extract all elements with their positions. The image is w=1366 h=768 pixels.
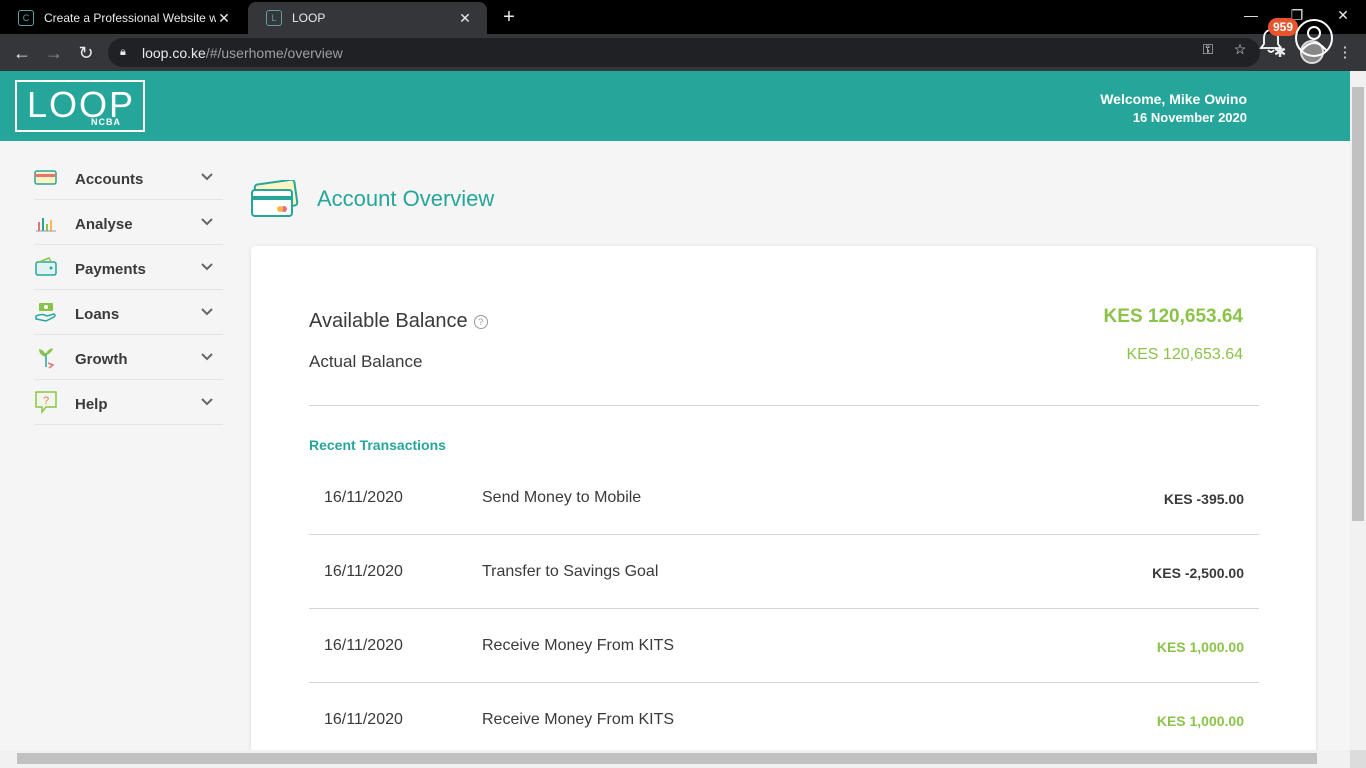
transactions-list: 16/11/2020 Send Money to Mobile KES -395… — [309, 461, 1259, 757]
tab-title: LOOP — [292, 11, 326, 25]
transaction-row[interactable]: 16/11/2020 Receive Money From KITS KES 1… — [309, 609, 1259, 683]
accounts-card-icon — [34, 170, 57, 185]
horizontal-scrollbar[interactable] — [0, 750, 1350, 768]
vertical-scrollbar[interactable] — [1350, 71, 1366, 751]
user-profile-icon[interactable] — [1294, 18, 1334, 58]
new-tab-plus-icon[interactable]: + — [498, 6, 520, 28]
sidebar-item-help[interactable]: ? Help — [34, 380, 223, 425]
bookmark-star-icon[interactable]: ☆ — [1231, 40, 1249, 58]
divider — [309, 405, 1259, 406]
sidebar-item-analyse[interactable]: Analyse — [34, 200, 223, 245]
url-text: loop.co.ke/#/userhome/overview — [142, 44, 343, 61]
account-cards-icon — [251, 180, 299, 217]
sidebar-item-accounts[interactable]: Accounts — [34, 155, 223, 200]
chevron-down-icon — [201, 398, 213, 406]
reload-icon[interactable]: ↻ — [74, 41, 98, 65]
sidebar-item-loans[interactable]: Loans — [34, 290, 223, 335]
browser-tab-bar: C Create a Professional Website wit ✕ L … — [0, 0, 1366, 34]
chevron-down-icon — [201, 353, 213, 361]
current-date: 16 November 2020 — [1132, 110, 1247, 125]
actual-balance-label: Actual Balance — [309, 352, 423, 371]
chevron-down-icon — [201, 173, 213, 181]
scrollbar-corner — [1350, 750, 1366, 768]
welcome-text: Welcome, Mike Owino — [1100, 91, 1247, 107]
key-icon[interactable]: ⚿ — [1199, 40, 1217, 58]
balance-card: Available Balance ? Actual Balance KES 1… — [251, 246, 1316, 766]
loop-logo[interactable]: LOOP NCBA — [15, 80, 145, 132]
forward-arrow-icon[interactable]: → — [42, 41, 66, 65]
payments-wallet-icon — [35, 257, 57, 276]
app-header: LOOP NCBA Welcome, Mike Owino 16 Novembe… — [0, 71, 1350, 141]
svg-text:?: ? — [43, 395, 49, 407]
recent-transactions-heading[interactable]: Recent Transactions — [309, 437, 446, 453]
transaction-description: Receive Money From KITS — [482, 637, 675, 654]
transaction-amount: KES -395.00 — [1163, 491, 1244, 507]
help-question-icon[interactable]: ? — [473, 314, 488, 329]
welcome-block: Welcome, Mike Owino 16 November 2020 — [1100, 91, 1247, 125]
page-title-block: Account Overview — [250, 180, 494, 218]
transaction-amount: KES -2,500.00 — [1152, 565, 1244, 581]
menu-kebab-icon[interactable]: ⋮ — [1333, 41, 1357, 65]
analyse-chart-icon — [36, 218, 56, 232]
site-favicon-icon: C — [18, 10, 34, 26]
transaction-row[interactable]: 16/11/2020 Send Money to Mobile KES -395… — [309, 461, 1259, 535]
browser-tab-2[interactable]: L LOOP ✕ — [248, 2, 487, 34]
vertical-scroll-thumb[interactable] — [1352, 87, 1364, 521]
close-tab-icon[interactable]: ✕ — [457, 10, 473, 27]
transaction-date: 16/11/2020 — [324, 563, 403, 580]
loans-hand-icon — [35, 303, 56, 322]
lock-icon: 🔒︎ — [120, 45, 126, 58]
chevron-down-icon — [201, 218, 213, 226]
transaction-row[interactable]: 16/11/2020 Transfer to Savings Goal KES … — [309, 535, 1259, 609]
tab-title: Create a Professional Website wit — [44, 11, 216, 25]
chevron-down-icon — [201, 308, 213, 316]
browser-toolbar: ← → ↻ 🔒︎ loop.co.ke/#/userhome/overview … — [0, 34, 1366, 71]
transaction-amount: KES 1,000.00 — [1156, 713, 1244, 729]
transaction-description: Receive Money From KITS — [482, 711, 675, 728]
horizontal-scroll-thumb[interactable] — [17, 753, 1317, 764]
transaction-date: 16/11/2020 — [324, 489, 403, 506]
actual-balance-value: KES 120,653.64 — [1126, 346, 1243, 363]
back-arrow-icon[interactable]: ← — [10, 41, 34, 65]
transaction-date: 16/11/2020 — [324, 711, 403, 728]
available-balance-label: Available Balance ? — [309, 310, 488, 333]
help-bubble-icon: ? — [35, 391, 57, 414]
transaction-amount: KES 1,000.00 — [1156, 639, 1244, 655]
sidebar-item-payments[interactable]: Payments — [34, 245, 223, 290]
sidebar-item-growth[interactable]: Growth — [34, 335, 223, 380]
close-tab-icon[interactable]: ✕ — [216, 10, 232, 27]
available-balance-value: KES 120,653.64 — [1103, 306, 1243, 327]
address-bar[interactable]: 🔒︎ loop.co.ke/#/userhome/overview — [108, 38, 1260, 67]
sidebar-nav: Accounts Analyse Payments Loans Growth ?… — [34, 155, 223, 425]
transaction-row[interactable]: 16/11/2020 Receive Money From KITS KES 1… — [309, 683, 1259, 757]
transaction-description: Transfer to Savings Goal — [482, 563, 659, 580]
transaction-description: Send Money to Mobile — [482, 489, 642, 506]
page-title: Account Overview — [317, 186, 495, 211]
chevron-down-icon — [201, 263, 213, 271]
growth-plant-icon — [39, 348, 55, 369]
loop-favicon-icon: L — [266, 10, 282, 26]
transaction-date: 16/11/2020 — [324, 637, 403, 654]
browser-tab-1[interactable]: C Create a Professional Website wit ✕ — [0, 2, 246, 34]
